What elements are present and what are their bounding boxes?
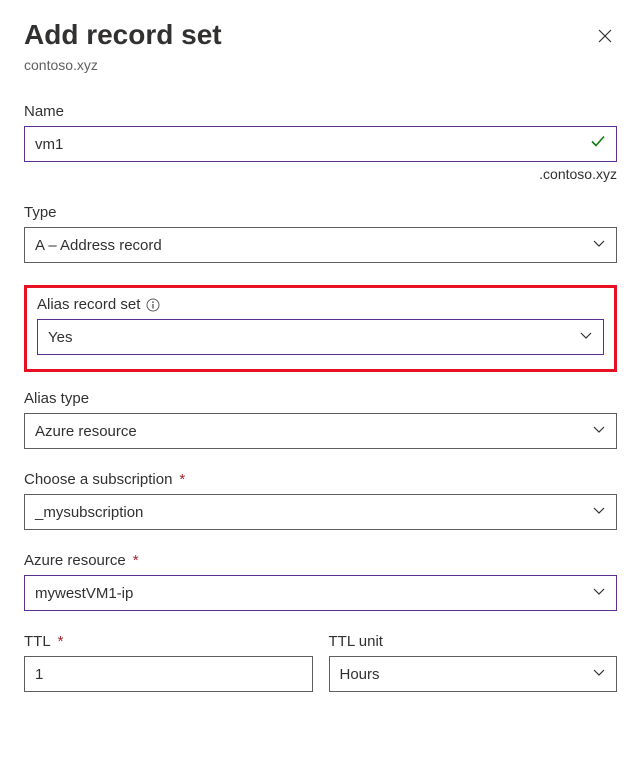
azure-resource-label: Azure resource*	[24, 552, 617, 569]
type-label: Type	[24, 204, 617, 221]
page-subtitle: contoso.xyz	[24, 57, 617, 73]
required-indicator: *	[58, 633, 64, 650]
chevron-down-icon	[592, 236, 606, 254]
alias-record-set-label: Alias record set	[37, 296, 604, 313]
chevron-down-icon	[579, 328, 593, 346]
subscription-select[interactable]: _mysubscription	[24, 494, 617, 530]
close-button[interactable]	[593, 24, 617, 53]
alias-type-label: Alias type	[24, 390, 617, 407]
close-icon	[597, 28, 613, 44]
name-input[interactable]	[24, 126, 617, 162]
ttl-label: TTL*	[24, 633, 313, 650]
required-indicator: *	[133, 552, 139, 569]
ttl-unit-select[interactable]: Hours	[329, 656, 618, 692]
alias-record-set-value: Yes	[48, 329, 72, 346]
type-value: A – Address record	[35, 237, 162, 254]
chevron-down-icon	[592, 584, 606, 602]
subscription-value: _mysubscription	[35, 504, 143, 521]
ttl-unit-label: TTL unit	[329, 633, 618, 650]
alias-type-value: Azure resource	[35, 423, 137, 440]
checkmark-icon	[589, 133, 607, 156]
chevron-down-icon	[592, 503, 606, 521]
ttl-unit-value: Hours	[340, 666, 380, 683]
required-indicator: *	[179, 471, 185, 488]
alias-type-select[interactable]: Azure resource	[24, 413, 617, 449]
alias-record-set-select[interactable]: Yes	[37, 319, 604, 355]
type-select[interactable]: A – Address record	[24, 227, 617, 263]
azure-resource-value: mywestVM1-ip	[35, 585, 133, 602]
chevron-down-icon	[592, 422, 606, 440]
page-title: Add record set	[24, 18, 222, 52]
subscription-label: Choose a subscription*	[24, 471, 617, 488]
ttl-input[interactable]	[24, 656, 313, 692]
alias-record-set-highlight: Alias record set Yes	[24, 285, 617, 372]
info-icon[interactable]	[146, 298, 160, 312]
chevron-down-icon	[592, 665, 606, 683]
name-label: Name	[24, 103, 617, 120]
azure-resource-select[interactable]: mywestVM1-ip	[24, 575, 617, 611]
name-suffix: .contoso.xyz	[24, 166, 617, 182]
